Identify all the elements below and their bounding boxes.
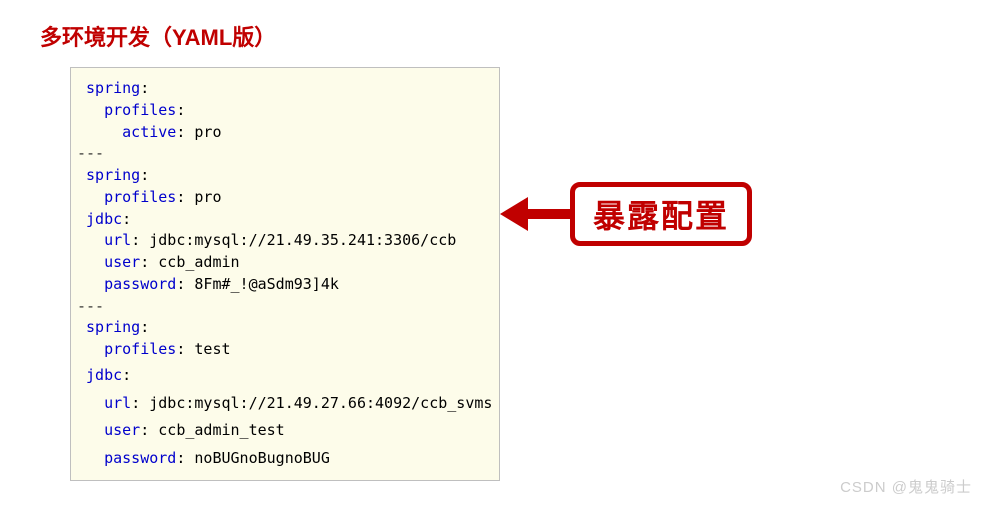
yaml-key: jdbc (86, 366, 122, 384)
yaml-value: test (194, 340, 230, 358)
section-title: 多环境开发（YAML版） (40, 20, 992, 52)
yaml-key: user (104, 421, 140, 439)
yaml-key: jdbc (86, 210, 122, 228)
yaml-separator: --- (77, 297, 104, 315)
yaml-value: pro (194, 123, 221, 141)
yaml-key: profiles (104, 340, 176, 358)
yaml-value: ccb_admin (158, 253, 239, 271)
yaml-key: user (104, 253, 140, 271)
yaml-separator: --- (77, 144, 104, 162)
yaml-key: password (104, 449, 176, 467)
yaml-key: url (104, 394, 131, 412)
callout-group: 暴露配置 (500, 182, 752, 246)
yaml-key: spring (86, 79, 140, 97)
yaml-key: spring (86, 166, 140, 184)
yaml-key: profiles (104, 188, 176, 206)
watermark-text: CSDN @鬼鬼骑士 (840, 476, 972, 497)
yaml-key: password (104, 275, 176, 293)
yaml-key: profiles (104, 101, 176, 119)
yaml-code-block: spring: profiles: active: pro --- spring… (70, 67, 500, 481)
yaml-value: 8Fm#_!@aSdm93]4k (194, 275, 339, 293)
yaml-key: url (104, 231, 131, 249)
yaml-value: ccb_admin_test (158, 421, 284, 439)
yaml-value: jdbc:mysql://21.49.27.66:4092/ccb_svms (149, 394, 492, 412)
yaml-value: jdbc:mysql://21.49.35.241:3306/ccb (149, 231, 456, 249)
callout-label: 暴露配置 (570, 182, 752, 246)
yaml-key: active (122, 123, 176, 141)
arrow-left-icon (500, 197, 570, 231)
yaml-key: spring (86, 318, 140, 336)
yaml-value: noBUGnoBugnoBUG (194, 449, 329, 467)
yaml-value: pro (194, 188, 221, 206)
